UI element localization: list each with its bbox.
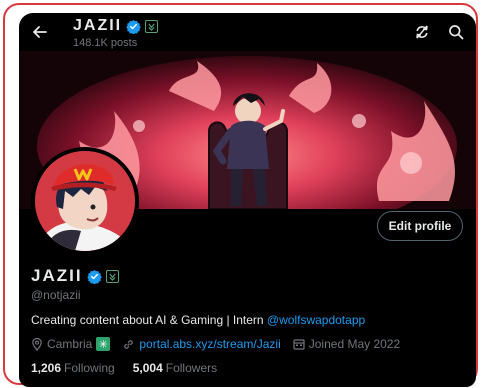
- affiliate-badge-icon[interactable]: [105, 269, 119, 283]
- following-link[interactable]: 1,206 Following: [31, 361, 115, 375]
- joined-text: Joined May 2022: [308, 337, 401, 351]
- display-name: JAZII: [31, 266, 83, 285]
- top-bar: JAZII 148.1K posts: [19, 13, 476, 51]
- verified-badge-icon[interactable]: [86, 269, 102, 284]
- affiliate-badge-icon: [145, 19, 159, 33]
- bio-text: Creating content about AI & Gaming | Int…: [31, 313, 267, 327]
- user-handle: @notjazii: [31, 288, 81, 302]
- posts-count: 148.1K posts: [73, 37, 138, 49]
- link-icon: [124, 339, 134, 349]
- back-arrow-icon: [33, 26, 47, 38]
- search-button[interactable]: [443, 19, 469, 45]
- followers-link[interactable]: 5,004 Followers: [133, 361, 217, 375]
- screenshot-frame: JAZII 148.1K posts Edit profile JAZII @n…: [3, 3, 478, 387]
- location-emoji: ✳: [96, 337, 111, 351]
- calendar-icon: [293, 339, 305, 350]
- display-name-row: JAZII: [31, 266, 119, 286]
- profile-meta: Cambria ✳ portal.abs.xyz/stream/Jazii Jo…: [31, 337, 412, 351]
- refresh-button[interactable]: [409, 19, 435, 45]
- header-title: JAZII: [73, 17, 123, 34]
- location-text: Cambria: [47, 337, 93, 351]
- following-count: 1,206: [31, 361, 62, 375]
- search-icon: [449, 25, 464, 40]
- bio-mention-link[interactable]: @wolfswapdotapp: [267, 313, 365, 327]
- profile-avatar[interactable]: [31, 147, 139, 255]
- avatar-illustration: [35, 151, 135, 251]
- profile-screen: JAZII 148.1K posts Edit profile JAZII @n…: [19, 13, 476, 387]
- website-item: portal.abs.xyz/stream/Jazii: [122, 337, 281, 351]
- followers-label: Followers: [165, 361, 218, 375]
- profile-bio: Creating content about AI & Gaming | Int…: [31, 313, 365, 327]
- edit-profile-button[interactable]: Edit profile: [377, 211, 463, 241]
- follow-stats: 1,206 Following 5,004 Followers: [31, 361, 235, 375]
- refresh-icon: [416, 25, 428, 39]
- followers-count: 5,004: [132, 361, 163, 375]
- joined-item: Joined May 2022: [293, 337, 400, 351]
- following-label: Following: [64, 361, 115, 375]
- back-button[interactable]: [27, 19, 53, 45]
- website-link[interactable]: portal.abs.xyz/stream/Jazii: [139, 337, 280, 351]
- location-item: Cambria ✳: [31, 337, 111, 351]
- verified-badge-icon: [126, 19, 141, 34]
- header-title-block: JAZII 148.1K posts: [73, 17, 159, 49]
- location-icon: [32, 337, 42, 351]
